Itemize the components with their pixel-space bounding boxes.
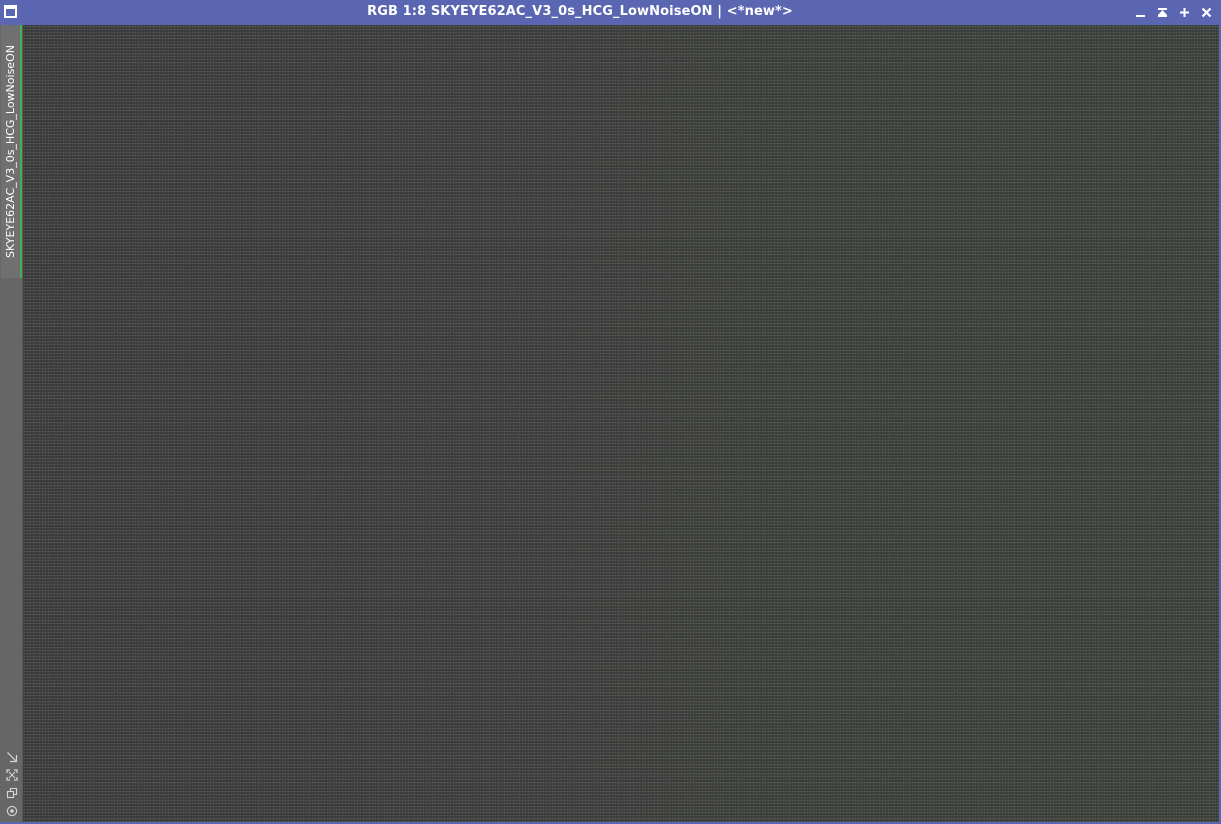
preview-icon <box>6 805 17 817</box>
window-title: RGB 1:8 SKYEYE62AC_V3_0s_HCG_LowNoiseON … <box>367 4 793 19</box>
image-canvas[interactable] <box>23 25 1219 822</box>
window-controls <box>1132 4 1215 21</box>
fit-view-icon <box>5 769 18 781</box>
view-tools <box>0 750 23 818</box>
preview-button[interactable] <box>5 804 19 818</box>
minimize-icon <box>1136 15 1145 17</box>
shade-icon <box>1158 8 1167 17</box>
maximize-button[interactable] <box>1176 4 1193 21</box>
shade-button[interactable] <box>1154 4 1171 21</box>
clone-view-icon <box>6 787 17 799</box>
shrink-arrow-icon <box>6 752 17 763</box>
minimize-button[interactable] <box>1132 4 1149 21</box>
clone-view-button[interactable] <box>5 786 19 800</box>
image-noise-texture <box>23 25 1219 822</box>
view-sidebar: SKYEYE62AC_V3_0s_HCG_LowNoiseON <box>0 25 23 822</box>
view-tab[interactable]: SKYEYE62AC_V3_0s_HCG_LowNoiseON <box>1 25 22 278</box>
window-titlebar[interactable]: RGB 1:8 SKYEYE62AC_V3_0s_HCG_LowNoiseON … <box>0 0 1221 25</box>
close-icon <box>1201 7 1212 18</box>
close-button[interactable] <box>1198 4 1215 21</box>
image-window: RGB 1:8 SKYEYE62AC_V3_0s_HCG_LowNoiseON … <box>0 0 1221 824</box>
maximize-icon <box>1180 8 1189 17</box>
view-tab-label: SKYEYE62AC_V3_0s_HCG_LowNoiseON <box>4 45 17 258</box>
fit-view-button[interactable] <box>5 768 19 782</box>
shrink-button[interactable] <box>5 750 19 764</box>
